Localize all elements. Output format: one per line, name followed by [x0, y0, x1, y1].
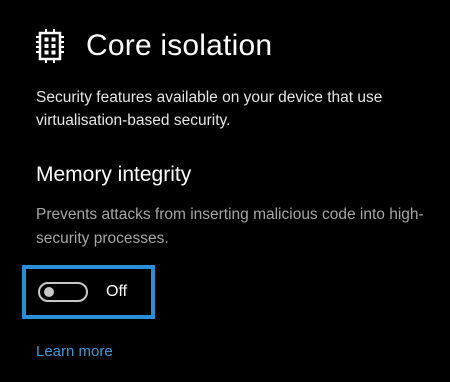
- toggle-knob: [44, 287, 54, 297]
- intro-description: Security features available on your devi…: [36, 89, 383, 129]
- memory-integrity-toggle[interactable]: [38, 282, 88, 302]
- memory-integrity-description: Prevents attacks from inserting maliciou…: [36, 206, 424, 247]
- toggle-state-label: Off: [106, 283, 128, 300]
- chip-icon: [36, 29, 64, 63]
- page-header: Core isolation: [36, 24, 272, 68]
- page-title: Core isolation: [86, 29, 273, 62]
- learn-more-link[interactable]: Learn more: [36, 343, 113, 360]
- memory-integrity-heading: Memory integrity: [36, 163, 192, 186]
- memory-integrity-toggle-row[interactable]: Off: [38, 282, 127, 302]
